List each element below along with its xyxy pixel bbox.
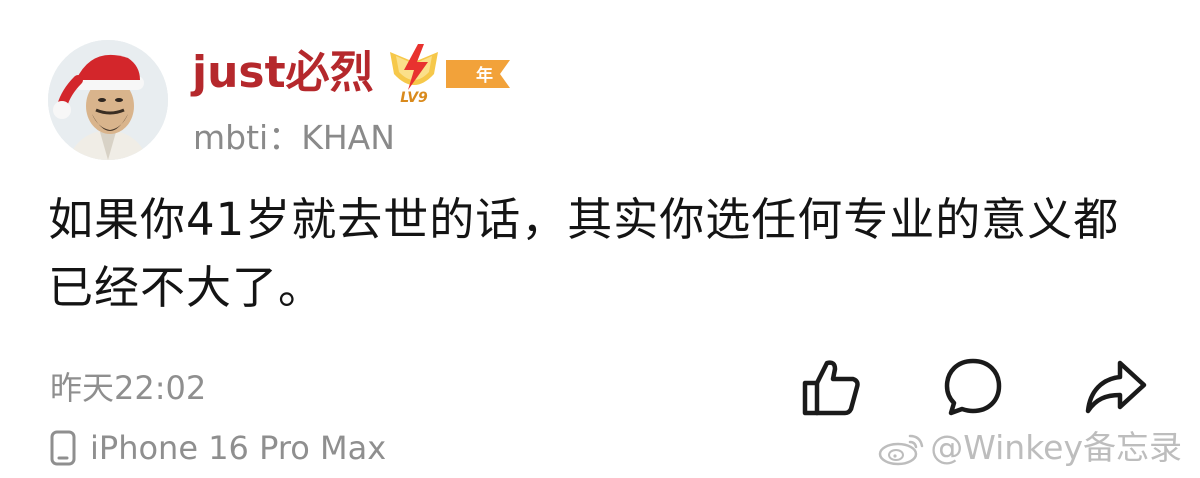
badge-level-label: LV9: [400, 90, 428, 104]
username[interactable]: just必烈: [192, 44, 374, 102]
thumbs-up-icon: [802, 360, 860, 416]
weibo-logo-icon: [878, 434, 924, 466]
comment-button[interactable]: [938, 352, 1008, 422]
badge-year-label: 年: [476, 65, 493, 86]
share-button[interactable]: [1080, 352, 1150, 422]
lightning-badge-icon: 年 LV9: [390, 44, 510, 106]
like-button[interactable]: [796, 352, 866, 422]
phone-icon: [50, 430, 76, 466]
watermark: @Winkey备忘录: [876, 426, 1182, 470]
device-name: iPhone 16 Pro Max: [90, 429, 387, 467]
post-timestamp: 昨天22:02: [50, 369, 207, 407]
watermark-text: @Winkey备忘录: [930, 428, 1182, 467]
avatar-image: [48, 40, 168, 160]
share-arrow-icon: [1085, 360, 1147, 414]
comment-bubble-icon: [944, 358, 1002, 416]
device-info: iPhone 16 Pro Max: [50, 426, 386, 470]
user-subtitle: mbti：KHAN: [193, 118, 395, 157]
post-text: 如果你41岁就去世的话，其实你选任何专业的意义都已经不大了。: [48, 193, 1120, 314]
level-badge[interactable]: 年 LV9: [384, 40, 516, 106]
avatar[interactable]: [48, 40, 168, 160]
